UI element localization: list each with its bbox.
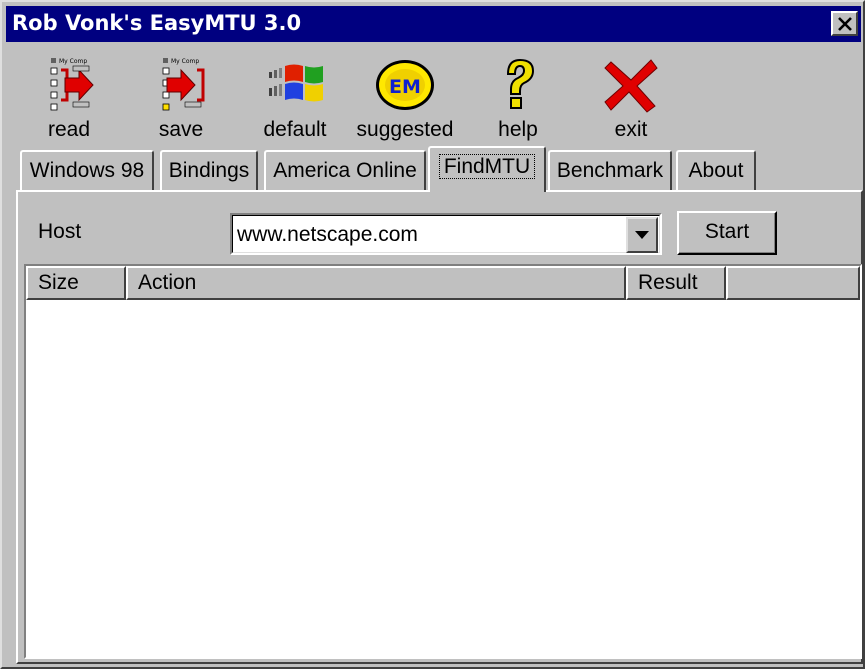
exit-label: exit [614,118,648,141]
host-combobox[interactable]: www.netscape.com [230,213,662,255]
host-dropdown-button[interactable] [626,217,658,253]
window-title: Rob Vonk's EasyMTU 3.0 [12,11,302,35]
tab-about[interactable]: About [676,150,756,190]
help-button[interactable]: help [463,50,573,146]
red-x-icon [604,59,658,113]
tab-bindings[interactable]: Bindings [160,150,258,190]
results-list[interactable]: Size Action Result [24,264,862,659]
save-button[interactable]: My Comp save [126,50,236,146]
chevron-down-icon [635,231,649,239]
host-input[interactable]: www.netscape.com [237,223,418,247]
start-button[interactable]: Start [677,211,777,255]
tab-label: About [688,159,744,182]
tab-label: Bindings [168,159,250,182]
column-header-result[interactable]: Result [626,266,726,300]
column-header-size[interactable]: Size [26,266,126,300]
save-label: save [158,118,204,141]
host-label: Host [38,220,82,243]
tab-america-online[interactable]: America Online [264,150,426,190]
default-button[interactable]: default [240,50,350,146]
default-label: default [263,118,327,141]
tab-label: America Online [273,159,417,182]
tab-label: Windows 98 [29,159,145,182]
exit-button[interactable]: exit [576,50,686,146]
title-bar[interactable]: Rob Vonk's EasyMTU 3.0 [6,6,861,42]
tab-benchmark[interactable]: Benchmark [548,150,672,190]
tab-findmtu[interactable]: FindMTU [428,146,546,192]
question-mark-icon [506,58,535,109]
column-header-action[interactable]: Action [126,266,626,300]
em-badge-icon: EM [376,60,434,110]
save-settings-icon: My Comp [162,58,205,111]
read-label: read [47,118,91,141]
tab-windows-98[interactable]: Windows 98 [20,150,154,190]
suggested-button[interactable]: EM suggested [350,50,460,146]
read-button[interactable]: My Comp read [14,50,124,146]
help-label: help [498,118,538,141]
suggested-label: suggested [356,118,454,141]
close-button[interactable] [831,11,858,36]
svg-text:My Comp: My Comp [59,58,87,65]
tab-label: FindMTU [438,154,536,179]
read-settings-icon: My Comp [50,58,94,111]
close-icon [838,17,852,31]
windows-logo-icon [269,64,323,102]
svg-text:EM: EM [389,76,421,98]
app-window: Rob Vonk's EasyMTU 3.0 My Comp read My C… [0,0,865,669]
tab-label: Benchmark [556,159,664,182]
column-header-extra[interactable] [726,266,860,300]
svg-text:My Comp: My Comp [171,58,199,65]
